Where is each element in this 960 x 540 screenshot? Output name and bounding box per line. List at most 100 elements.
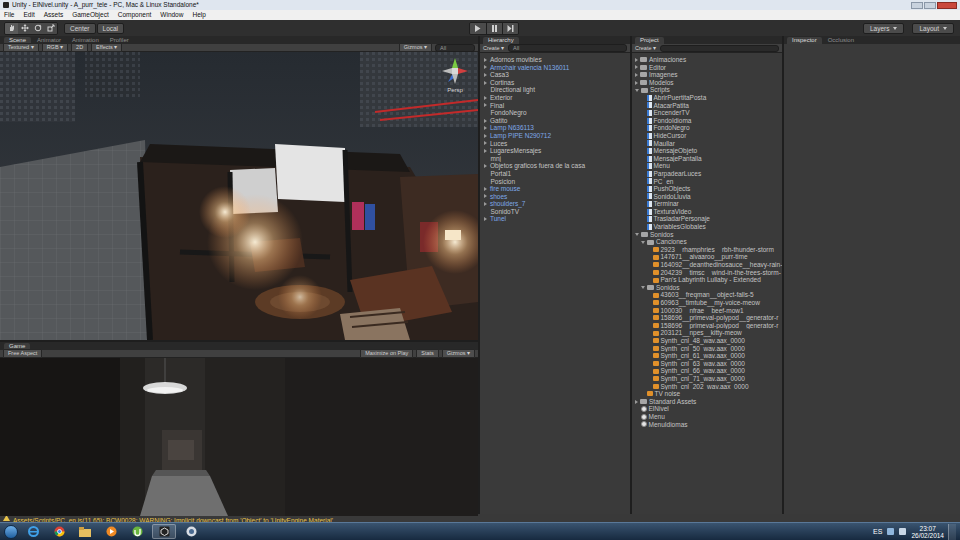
hierarchy-item[interactable]: Armchair valencia N136011 xyxy=(480,64,630,72)
menu-item[interactable]: File xyxy=(2,10,16,20)
clock[interactable]: 23:0726/02/2014 xyxy=(911,525,944,539)
expand-arrow-icon[interactable] xyxy=(484,119,487,123)
scene-control[interactable]: 2D xyxy=(71,43,88,52)
scene-control[interactable]: Effects ▾ xyxy=(91,43,122,52)
project-item[interactable]: Canciones xyxy=(632,238,782,246)
show-desktop-button[interactable] xyxy=(948,524,956,540)
project-item[interactable]: Pan's Labyrinth Lullaby - Extended xyxy=(632,276,782,284)
hierarchy-item[interactable]: shoulders_7 xyxy=(480,200,630,208)
expand-arrow-icon[interactable] xyxy=(647,323,651,328)
expand-arrow-icon[interactable] xyxy=(635,65,638,69)
project-item[interactable]: TrasladarPersonaje xyxy=(632,215,782,223)
panel-tab[interactable]: Project xyxy=(635,37,664,44)
project-item[interactable]: 43603__freqman__object-falls-5 xyxy=(632,291,782,299)
expand-arrow-icon[interactable] xyxy=(641,202,645,207)
ie-icon[interactable] xyxy=(22,524,44,539)
expand-arrow-icon[interactable] xyxy=(641,103,645,108)
expand-arrow-icon[interactable] xyxy=(647,308,651,313)
expand-arrow-icon[interactable] xyxy=(641,110,645,115)
hierarchy-search[interactable]: All xyxy=(508,44,627,52)
project-item[interactable]: Modelos xyxy=(632,79,782,87)
create-button[interactable]: Create ▾ xyxy=(483,45,504,52)
expand-arrow-icon[interactable] xyxy=(647,255,651,260)
project-item[interactable]: Synth_cnl_66_wav.aax_0000 xyxy=(632,367,782,375)
hierarchy-item[interactable]: fire mouse xyxy=(480,185,630,193)
expand-arrow-icon[interactable] xyxy=(641,217,645,222)
project-item[interactable]: Synth_cnl_202_wav.aax_0000 xyxy=(632,383,782,391)
explorer-icon[interactable] xyxy=(74,524,96,539)
play-icon[interactable] xyxy=(470,23,486,34)
volume-icon[interactable] xyxy=(899,528,906,535)
expand-arrow-icon[interactable] xyxy=(484,202,487,206)
project-item[interactable]: TexturaVideo xyxy=(632,208,782,216)
expand-arrow-icon[interactable] xyxy=(635,58,638,62)
expand-arrow-icon[interactable] xyxy=(647,278,651,283)
expand-arrow-icon[interactable] xyxy=(647,262,651,267)
expand-arrow-icon[interactable] xyxy=(484,156,488,161)
expand-arrow-icon[interactable] xyxy=(647,361,651,366)
create-button[interactable]: Create ▾ xyxy=(635,45,656,52)
project-item[interactable]: ElNivel xyxy=(632,405,782,413)
expand-arrow-icon[interactable] xyxy=(647,300,651,305)
project-item[interactable]: Synth_cnl_71_wav.aax_0000 xyxy=(632,375,782,383)
expand-arrow-icon[interactable] xyxy=(635,400,638,404)
language-indicator[interactable]: ES xyxy=(873,527,882,537)
hierarchy-item[interactable]: Objetos graficos fuera de la casa xyxy=(480,162,630,170)
project-search[interactable] xyxy=(660,45,779,52)
project-item[interactable]: Editor xyxy=(632,64,782,72)
project-item[interactable]: ParpadearLuces xyxy=(632,170,782,178)
project-item[interactable]: 2923__rhamphries__rbh-thunder-storm xyxy=(632,246,782,254)
project-item[interactable]: 204239__timsc__wind-in-the-trees-storm- xyxy=(632,269,782,277)
hierarchy-item[interactable]: Final xyxy=(480,102,630,110)
project-item[interactable]: Maullar xyxy=(632,140,782,148)
expand-arrow-icon[interactable] xyxy=(635,81,638,85)
expand-arrow-icon[interactable] xyxy=(484,126,487,130)
menu-item[interactable]: Help xyxy=(190,10,207,20)
expand-arrow-icon[interactable] xyxy=(484,134,487,138)
hand-icon[interactable] xyxy=(5,23,18,34)
hierarchy-item[interactable]: FondoNegro xyxy=(480,109,630,117)
project-item[interactable]: Synth_cnl_48_wav.aax_0000 xyxy=(632,337,782,345)
move-icon[interactable] xyxy=(18,23,31,34)
expand-arrow-icon[interactable] xyxy=(641,241,645,244)
projection-label[interactable]: Persp xyxy=(447,87,463,93)
hierarchy-item[interactable]: Lamp N636113 xyxy=(480,124,630,132)
space-button[interactable]: Local xyxy=(97,23,125,34)
expand-arrow-icon[interactable] xyxy=(641,164,645,169)
expand-arrow-icon[interactable] xyxy=(647,331,651,336)
expand-arrow-icon[interactable] xyxy=(484,96,487,100)
expand-arrow-icon[interactable] xyxy=(484,217,487,221)
project-item[interactable]: FondoIdioma xyxy=(632,117,782,125)
network-icon[interactable] xyxy=(887,528,894,535)
chrome-icon[interactable] xyxy=(48,524,70,539)
project-item[interactable]: 164092__deanthedinosauce__heavy-rain- xyxy=(632,261,782,269)
expand-arrow-icon[interactable] xyxy=(647,376,651,381)
project-item[interactable]: AbrirPuertitaPosta xyxy=(632,94,782,102)
hierarchy-item[interactable]: Portal1 xyxy=(480,170,630,178)
layers-dropdown[interactable]: Layers xyxy=(863,23,905,34)
project-item[interactable]: PushObjects xyxy=(632,185,782,193)
axis-gizmo-icon[interactable] xyxy=(440,56,470,86)
unity-app-icon[interactable] xyxy=(152,524,176,539)
project-item[interactable]: Terminar xyxy=(632,200,782,208)
project-item[interactable]: Synth_cnl_63_wav.aax_0000 xyxy=(632,360,782,368)
expand-arrow-icon[interactable] xyxy=(484,179,488,184)
expand-arrow-icon[interactable] xyxy=(635,422,639,427)
hierarchy-item[interactable]: mnj xyxy=(480,155,630,163)
project-item[interactable]: Standard Assets xyxy=(632,398,782,406)
expand-arrow-icon[interactable] xyxy=(635,414,639,419)
expand-arrow-icon[interactable] xyxy=(484,209,488,214)
project-item[interactable]: Scripts xyxy=(632,86,782,94)
expand-arrow-icon[interactable] xyxy=(484,73,487,77)
project-item[interactable]: SonidoLluvia xyxy=(632,193,782,201)
project-item[interactable]: 203121__npes__kitty-meow xyxy=(632,329,782,337)
expand-arrow-icon[interactable] xyxy=(641,95,645,100)
expand-arrow-icon[interactable] xyxy=(641,391,645,396)
game-view[interactable] xyxy=(0,358,478,516)
expand-arrow-icon[interactable] xyxy=(641,209,645,214)
expand-arrow-icon[interactable] xyxy=(647,315,651,320)
hierarchy-item[interactable]: Cortinas xyxy=(480,79,630,87)
expand-arrow-icon[interactable] xyxy=(641,186,645,191)
maximize-icon[interactable] xyxy=(924,2,936,9)
expand-arrow-icon[interactable] xyxy=(641,194,645,199)
